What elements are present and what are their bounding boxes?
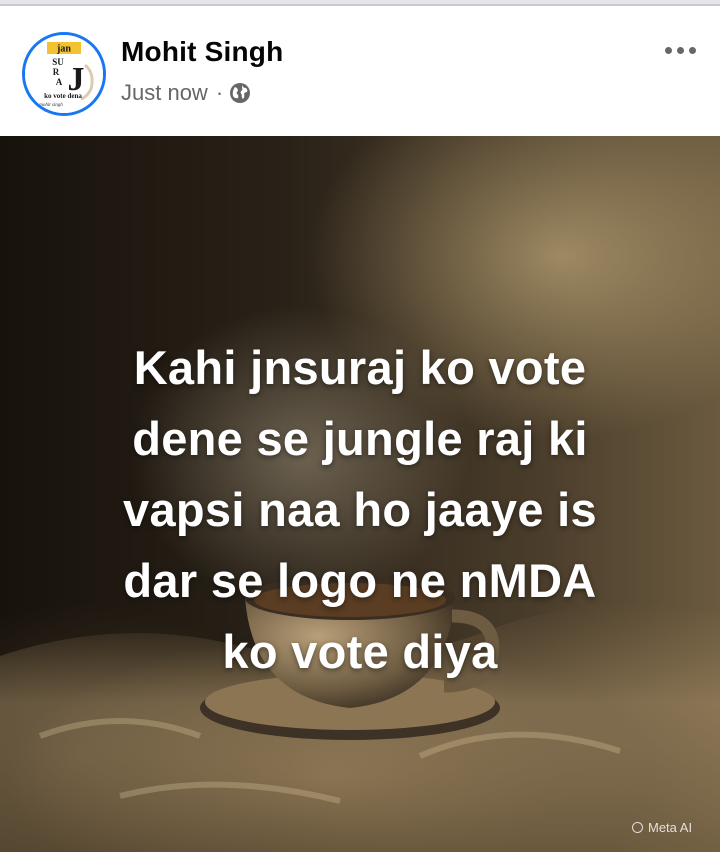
more-dot	[688, 46, 696, 54]
image-text-line: dene se jungle raj ki	[132, 412, 588, 465]
avatar-logo: jan SU R A J ko vote dena mohit singh	[25, 35, 103, 113]
globe-icon[interactable]	[229, 82, 251, 104]
meta-separator: ·	[215, 80, 224, 105]
avatar-signature: mohit singh	[39, 103, 63, 108]
more-options-button[interactable]	[652, 32, 708, 68]
post-meta: Just now ·	[121, 78, 251, 108]
avatar-letter: R	[53, 67, 60, 77]
avatar-caption: ko vote dena	[44, 92, 82, 100]
image-text-line: ko vote diya	[222, 625, 498, 678]
more-dot	[664, 46, 672, 54]
author-name[interactable]: Mohit Singh	[121, 36, 283, 68]
more-dot	[676, 46, 684, 54]
avatar-letter: SU	[52, 57, 64, 67]
meta-ai-icon	[632, 822, 643, 833]
post-timestamp[interactable]: Just now	[121, 80, 208, 106]
avatar[interactable]: jan SU R A J ko vote dena mohit singh	[22, 32, 106, 116]
post-header: jan SU R A J ko vote dena mohit singh Mo…	[0, 6, 720, 136]
watermark-label: Meta AI	[648, 820, 693, 835]
avatar-badge-text: jan	[56, 44, 71, 55]
post-image-text: Kahi jnsuraj ko vote dene se jungle raj …	[60, 332, 660, 687]
image-text-line: dar se logo ne nMDA	[123, 554, 597, 607]
meta-ai-watermark: Meta AI	[632, 820, 692, 835]
image-text-line: vapsi naa ho jaaye is	[123, 483, 597, 536]
post-image[interactable]: Kahi jnsuraj ko vote dene se jungle raj …	[0, 136, 720, 852]
avatar-letter: A	[56, 77, 63, 87]
image-text-line: Kahi jnsuraj ko vote	[133, 341, 587, 394]
